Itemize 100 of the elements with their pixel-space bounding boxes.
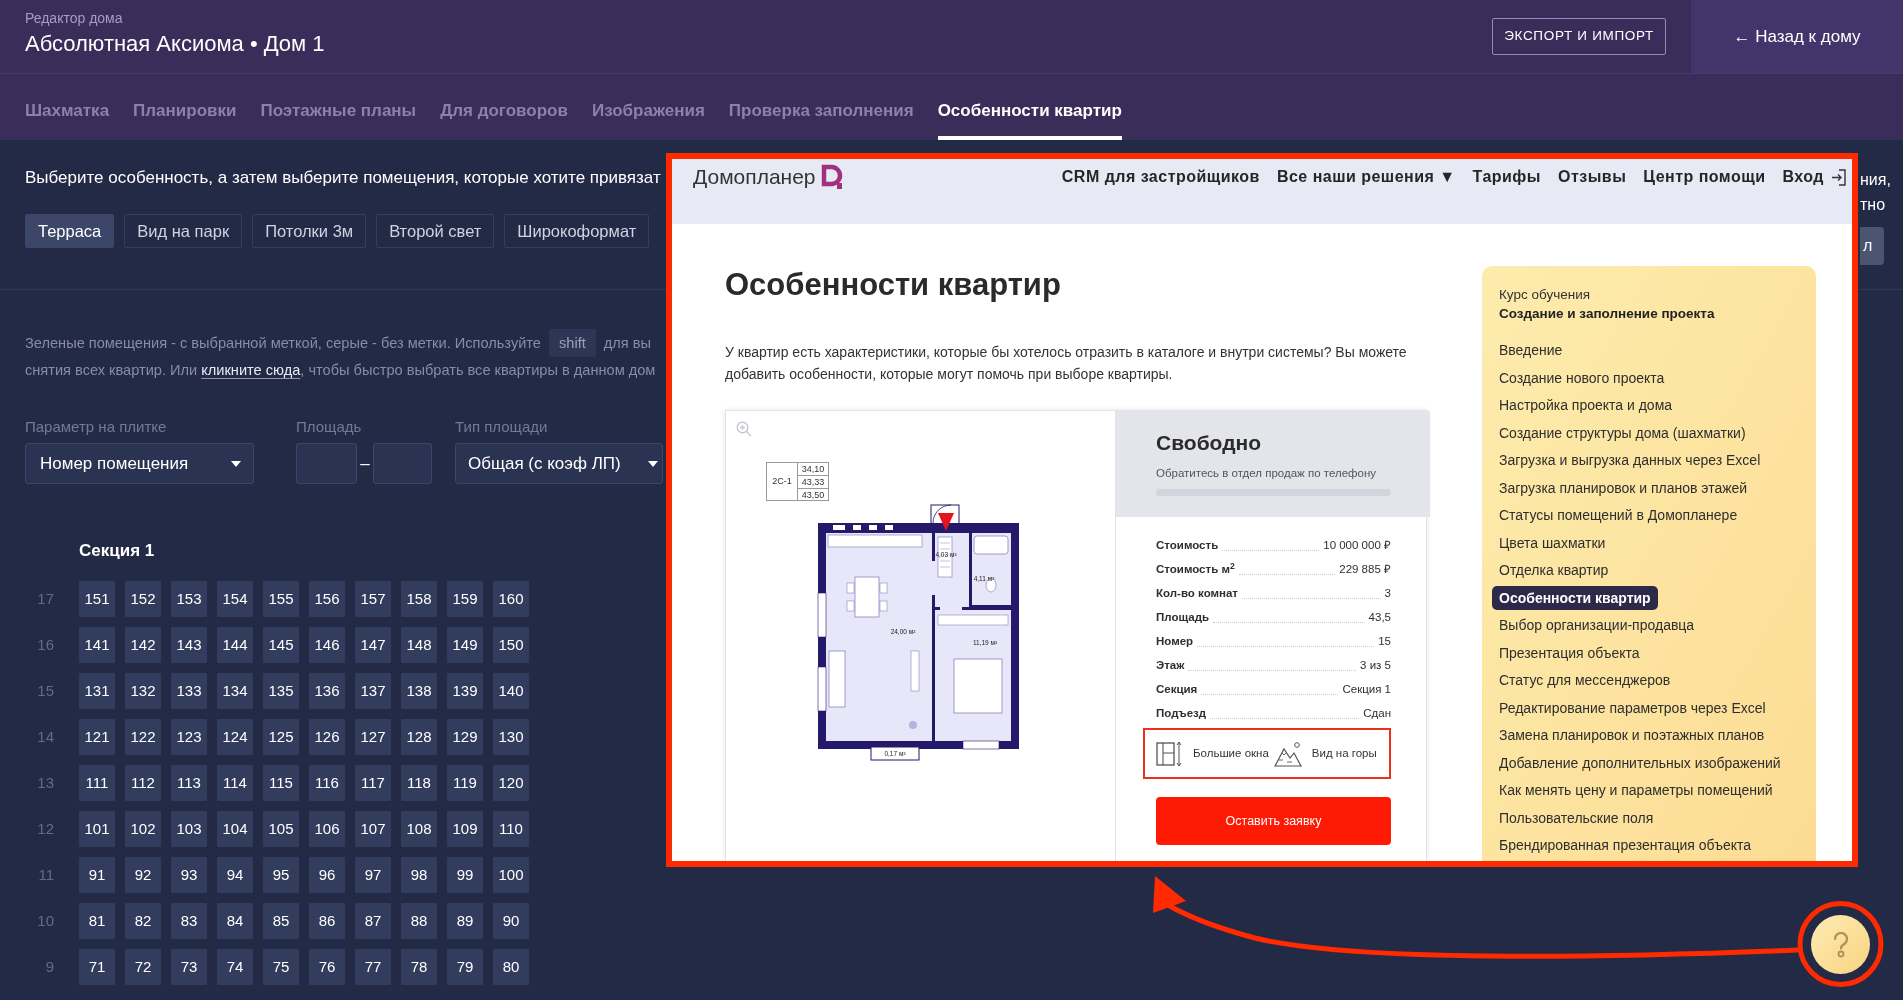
apartment-tile[interactable]: 121 <box>79 719 115 755</box>
lesson-link[interactable]: Создание нового проекта <box>1499 367 1665 389</box>
apartment-tile[interactable]: 144 <box>217 627 253 663</box>
apartment-tile[interactable]: 125 <box>263 719 299 755</box>
apartment-tile[interactable]: 72 <box>125 949 161 985</box>
apartment-tile[interactable]: 158 <box>401 581 437 617</box>
apartment-tile[interactable]: 85 <box>263 903 299 939</box>
apartment-tile[interactable]: 105 <box>263 811 299 847</box>
apartment-tile[interactable]: 100 <box>493 857 529 893</box>
apartment-tile[interactable]: 124 <box>217 719 253 755</box>
apartment-tile[interactable]: 83 <box>171 903 207 939</box>
lesson-link[interactable]: Особенности квартир <box>1492 586 1658 611</box>
apartment-tile[interactable]: 145 <box>263 627 299 663</box>
apartment-tile[interactable]: 137 <box>355 673 391 709</box>
apartment-tile[interactable]: 142 <box>125 627 161 663</box>
feature-chip[interactable]: Широкоформат <box>504 214 650 248</box>
apartment-tile[interactable]: 103 <box>171 811 207 847</box>
apartment-tile[interactable]: 151 <box>79 581 115 617</box>
apartment-tile[interactable]: 98 <box>401 857 437 893</box>
lesson-link[interactable]: Отделка квартир <box>1499 560 1609 582</box>
lesson-link[interactable]: Введение <box>1499 340 1563 362</box>
tile-parameter-select[interactable]: Номер помещения <box>25 443 254 484</box>
apartment-tile[interactable]: 78 <box>401 949 437 985</box>
apartment-tile[interactable]: 79 <box>447 949 483 985</box>
apartment-tile[interactable]: 108 <box>401 811 437 847</box>
apartment-tile[interactable]: 152 <box>125 581 161 617</box>
apartment-tile[interactable]: 88 <box>401 903 437 939</box>
apartment-tile[interactable]: 107 <box>355 811 391 847</box>
nav-link[interactable]: Отзывы <box>1558 165 1627 189</box>
zoom-in-icon[interactable] <box>736 421 752 437</box>
apartment-tile[interactable]: 80 <box>493 949 529 985</box>
apartment-tile[interactable]: 118 <box>401 765 437 801</box>
apartment-tile[interactable]: 135 <box>263 673 299 709</box>
apartment-tile[interactable]: 109 <box>447 811 483 847</box>
apartment-tile[interactable]: 110 <box>493 811 529 847</box>
apartment-tile[interactable]: 120 <box>493 765 529 801</box>
apartment-tile[interactable]: 86 <box>309 903 345 939</box>
apartment-tile[interactable]: 90 <box>493 903 529 939</box>
apartment-tile[interactable]: 87 <box>355 903 391 939</box>
apartment-tile[interactable]: 96 <box>309 857 345 893</box>
feature-chip[interactable]: Второй свет <box>376 214 495 248</box>
apartment-tile[interactable]: 82 <box>125 903 161 939</box>
apartment-tile[interactable]: 123 <box>171 719 207 755</box>
apartment-tile[interactable]: 139 <box>447 673 483 709</box>
tab[interactable]: Особенности квартир <box>937 74 1122 140</box>
apartment-tile[interactable]: 93 <box>171 857 207 893</box>
feature-chip[interactable]: Вид на парк <box>124 214 243 248</box>
lesson-link[interactable]: Как менять цену и параметры помещений <box>1499 780 1773 802</box>
login-link[interactable]: Вход <box>1782 165 1846 189</box>
apartment-tile[interactable]: 157 <box>355 581 391 617</box>
apartment-tile[interactable]: 126 <box>309 719 345 755</box>
apartment-tile[interactable]: 81 <box>79 903 115 939</box>
apartment-tile[interactable]: 84 <box>217 903 253 939</box>
lesson-link[interactable]: Замена планировок и поэтажных планов <box>1499 725 1765 747</box>
nav-link[interactable]: Тарифы <box>1472 165 1541 189</box>
apartment-tile[interactable]: 111 <box>79 765 115 801</box>
apartment-tile[interactable]: 104 <box>217 811 253 847</box>
apartment-tile[interactable]: 115 <box>263 765 299 801</box>
apartment-tile[interactable]: 154 <box>217 581 253 617</box>
lesson-link[interactable]: Создание структуры дома (шахматки) <box>1499 422 1746 444</box>
nav-link[interactable]: Центр помощи <box>1643 165 1766 189</box>
apartment-tile[interactable]: 138 <box>401 673 437 709</box>
apartment-tile[interactable]: 155 <box>263 581 299 617</box>
apartment-tile[interactable]: 147 <box>355 627 391 663</box>
export-import-button[interactable]: ЭКСПОРТ И ИМПОРТ <box>1492 18 1666 55</box>
apartment-tile[interactable]: 106 <box>309 811 345 847</box>
help-button[interactable] <box>1811 915 1870 974</box>
apartment-tile[interactable]: 97 <box>355 857 391 893</box>
apartment-tile[interactable]: 134 <box>217 673 253 709</box>
nav-link[interactable]: CRM для застройщиков <box>1061 165 1260 189</box>
apartment-tile[interactable]: 150 <box>493 627 529 663</box>
apartment-tile[interactable]: 112 <box>125 765 161 801</box>
lesson-link[interactable]: Выбор организации-продавца <box>1499 615 1695 637</box>
apartment-tile[interactable]: 160 <box>493 581 529 617</box>
apartment-tile[interactable]: 149 <box>447 627 483 663</box>
lesson-link[interactable]: Редактирование параметров через Excel <box>1499 697 1766 719</box>
back-link[interactable]: ← Назад к дому <box>1691 0 1903 73</box>
apartment-tile[interactable]: 153 <box>171 581 207 617</box>
apartment-tile[interactable]: 71 <box>79 949 115 985</box>
lesson-link[interactable]: Брендированная презентация объекта <box>1499 835 1751 857</box>
apartment-tile[interactable]: 130 <box>493 719 529 755</box>
apartment-tile[interactable]: 114 <box>217 765 253 801</box>
apartment-tile[interactable]: 101 <box>79 811 115 847</box>
lesson-link[interactable]: Настройка проекта и дома <box>1499 395 1673 417</box>
apartment-tile[interactable]: 91 <box>79 857 115 893</box>
request-button[interactable]: Оставить заявку <box>1156 797 1391 845</box>
lesson-link[interactable]: Добавление дополнительных изображений <box>1499 752 1781 774</box>
apartment-tile[interactable]: 89 <box>447 903 483 939</box>
area-to-field[interactable] <box>373 443 432 484</box>
apartment-tile[interactable]: 159 <box>447 581 483 617</box>
apartment-tile[interactable]: 74 <box>217 949 253 985</box>
apartment-tile[interactable]: 119 <box>447 765 483 801</box>
apartment-tile[interactable]: 77 <box>355 949 391 985</box>
apartment-tile[interactable]: 95 <box>263 857 299 893</box>
apartment-tile[interactable]: 116 <box>309 765 345 801</box>
apartment-tile[interactable]: 129 <box>447 719 483 755</box>
apartment-tile[interactable]: 143 <box>171 627 207 663</box>
area-type-select[interactable]: Общая (с коэф ЛП) <box>455 443 663 484</box>
lesson-link[interactable]: Загрузка и выгрузка данных через Excel <box>1499 450 1761 472</box>
apartment-tile[interactable]: 140 <box>493 673 529 709</box>
